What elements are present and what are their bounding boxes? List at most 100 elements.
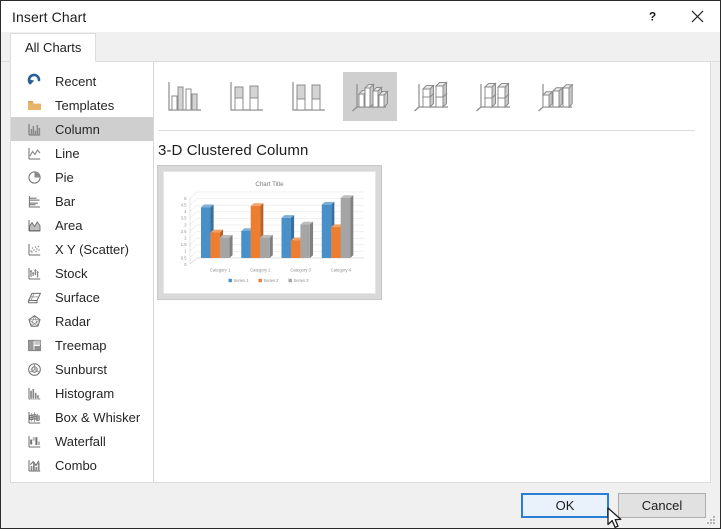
svg-text:0: 0 — [184, 262, 187, 267]
dialog-footer: OK Cancel — [1, 483, 720, 528]
preview-title: 3-D Clustered Column — [154, 131, 710, 159]
close-button[interactable] — [675, 1, 720, 32]
sidebar-item-column[interactable]: Column — [11, 117, 153, 141]
svg-text:Series 2: Series 2 — [264, 278, 280, 283]
sidebar-item-label: Bar — [55, 195, 75, 208]
svg-text:2: 2 — [184, 236, 187, 241]
title-bar: Insert Chart ? — [1, 1, 720, 32]
sidebar-item-line[interactable]: Line — [11, 141, 153, 165]
line-chart-icon — [26, 145, 43, 162]
stock-chart-icon — [26, 265, 43, 282]
tab-all-charts[interactable]: All Charts — [10, 33, 96, 62]
sidebar-item-label: Combo — [55, 459, 97, 472]
chart-subtype-3d-column[interactable] — [529, 72, 583, 121]
sidebar-item-bar[interactable]: Bar — [11, 189, 153, 213]
sidebar-item-radar[interactable]: Radar — [11, 309, 153, 333]
svg-text:Category 1: Category 1 — [210, 268, 231, 273]
cancel-button[interactable]: Cancel — [618, 493, 706, 518]
sidebar-item-combo[interactable]: Combo — [11, 453, 153, 477]
sidebar-item-area[interactable]: Area — [11, 213, 153, 237]
svg-text:Chart Title: Chart Title — [255, 181, 284, 188]
dialog-title: Insert Chart — [1, 9, 86, 25]
clustered-column-thumb-icon — [162, 77, 206, 117]
sidebar-item-recent[interactable]: Recent — [11, 69, 153, 93]
chart-preview-frame: Chart Title00.511.522.533.544.55Category… — [163, 171, 376, 294]
sidebar-item-box-whisker[interactable]: Box & Whisker — [11, 405, 153, 429]
chart-subtype-3d-clustered-column[interactable] — [343, 72, 397, 121]
insert-chart-dialog: Insert Chart ? All Charts RecentTemplate… — [0, 0, 721, 529]
line-chart-icon — [26, 145, 43, 162]
chart-subtype-gallery[interactable] — [154, 62, 710, 122]
undo-arrow-icon — [26, 73, 43, 90]
chart-subtype-3d-stacked-column[interactable] — [405, 72, 459, 121]
svg-text:3: 3 — [184, 222, 187, 227]
sidebar-item-label: Sunburst — [55, 363, 107, 376]
radar-chart-icon — [26, 313, 43, 330]
stacked-column-thumb-icon — [224, 77, 268, 117]
chart-preview-box[interactable]: Chart Title00.511.522.533.544.55Category… — [158, 166, 381, 299]
cancel-button-label: Cancel — [642, 498, 682, 513]
pie-chart-icon — [26, 169, 43, 186]
svg-text:Series 3: Series 3 — [294, 278, 310, 283]
chart-subtype-3d-100-percent-stacked-column[interactable] — [467, 72, 521, 121]
sidebar-item-treemap[interactable]: Treemap — [11, 333, 153, 357]
svg-text:0.5: 0.5 — [181, 255, 187, 260]
sidebar-item-waterfall[interactable]: Waterfall — [11, 429, 153, 453]
sidebar-item-x-y-scatter[interactable]: X Y (Scatter) — [11, 237, 153, 261]
sidebar-item-label: Column — [55, 123, 100, 136]
sidebar-item-label: Pie — [55, 171, 74, 184]
chart-type-sidebar[interactable]: RecentTemplates Column Line Pie Bar Area X Y (… — [11, 62, 154, 482]
3d-clustered-column-thumb-icon — [348, 77, 392, 117]
chart-preview-image: Chart Title00.511.522.533.544.55Category… — [164, 172, 375, 293]
svg-text:Category 2: Category 2 — [250, 268, 271, 273]
histogram-icon — [26, 385, 43, 402]
stock-chart-icon — [26, 265, 43, 282]
scatter-chart-icon — [26, 241, 43, 258]
box-whisker-icon — [26, 409, 43, 426]
chart-subtype-stacked-column[interactable] — [219, 72, 273, 121]
sidebar-item-sunburst[interactable]: Sunburst — [11, 357, 153, 381]
sidebar-item-pie[interactable]: Pie — [11, 165, 153, 189]
bar-chart-icon — [26, 193, 43, 210]
sidebar-item-label: Radar — [55, 315, 90, 328]
treemap-icon — [26, 337, 43, 354]
sidebar-item-label: Surface — [55, 291, 100, 304]
close-icon — [691, 10, 704, 23]
svg-text:Series 1: Series 1 — [234, 278, 250, 283]
ok-button-label: OK — [556, 498, 575, 513]
sidebar-item-label: Waterfall — [55, 435, 106, 448]
dialog-content: RecentTemplates Column Line Pie Bar Area X Y (… — [10, 62, 711, 483]
resize-grip[interactable] — [707, 516, 716, 525]
help-button[interactable]: ? — [630, 1, 675, 32]
surface-chart-icon — [26, 289, 43, 306]
bar-chart-icon — [26, 193, 43, 210]
chart-subtype-100-percent-stacked-column[interactable] — [281, 72, 335, 121]
svg-text:Category 4: Category 4 — [331, 268, 352, 273]
sidebar-item-surface[interactable]: Surface — [11, 285, 153, 309]
svg-text:?: ? — [649, 10, 656, 23]
column-chart-icon — [26, 121, 43, 138]
surface-chart-icon — [26, 289, 43, 306]
area-chart-icon — [26, 217, 43, 234]
treemap-icon — [26, 337, 43, 354]
chart-subtype-clustered-column[interactable] — [157, 72, 211, 121]
3d-100-percent-stacked-column-thumb-icon — [472, 77, 516, 117]
chart-preview-pane: 3-D Clustered Column Chart Title00.511.5… — [154, 62, 710, 482]
sidebar-item-stock[interactable]: Stock — [11, 261, 153, 285]
waterfall-icon — [26, 433, 43, 450]
sunburst-icon — [26, 361, 43, 378]
undo-arrow-icon — [26, 73, 43, 90]
window-controls: ? — [630, 1, 720, 32]
100-percent-stacked-column-thumb-icon — [286, 77, 330, 117]
svg-text:3.5: 3.5 — [181, 216, 187, 221]
sunburst-icon — [26, 361, 43, 378]
pie-chart-icon — [26, 169, 43, 186]
3d-column-thumb-icon — [534, 77, 578, 117]
sidebar-item-label: Area — [55, 219, 82, 232]
sidebar-item-templates[interactable]: Templates — [11, 93, 153, 117]
svg-text:Category 3: Category 3 — [290, 268, 311, 273]
sidebar-item-histogram[interactable]: Histogram — [11, 381, 153, 405]
ok-button[interactable]: OK — [521, 493, 609, 518]
tab-strip: All Charts — [1, 32, 720, 62]
svg-text:5: 5 — [184, 196, 187, 201]
